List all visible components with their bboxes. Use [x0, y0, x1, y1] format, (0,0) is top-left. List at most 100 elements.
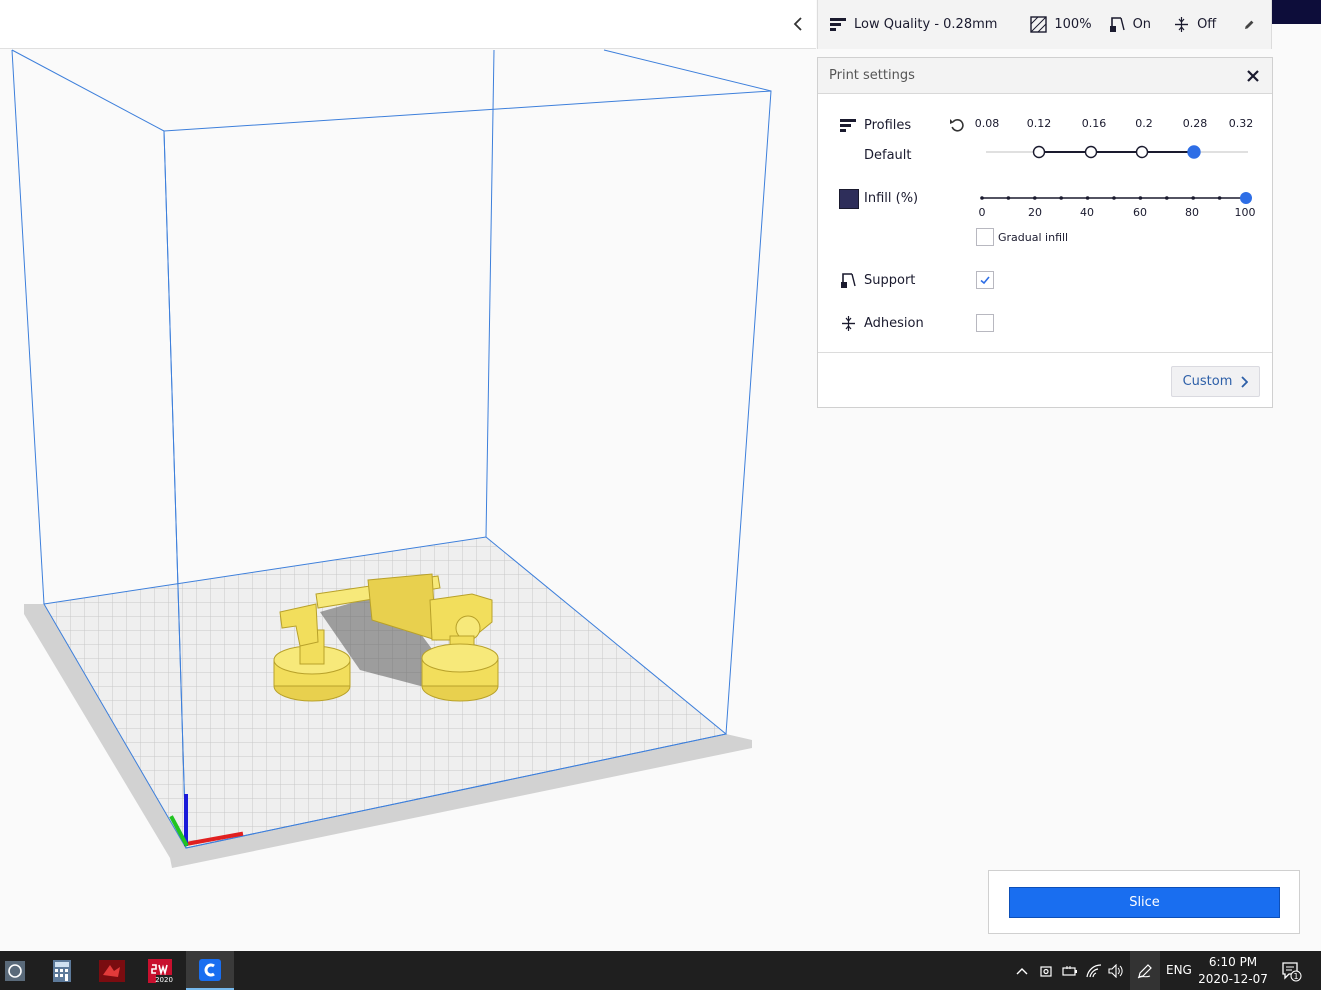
support-label: Support	[864, 273, 916, 288]
layer-height-handle-selected[interactable]	[1187, 145, 1201, 159]
chevron-left-icon	[793, 17, 802, 31]
print-settings-panel: Print settings Profiles Default Infill (…	[817, 57, 1273, 408]
adhesion-summary-value: Off	[1197, 17, 1217, 32]
layer-height-tick: 0.32	[1228, 117, 1254, 130]
infill-step-dot	[1165, 196, 1169, 200]
notification-icon: 1	[1282, 961, 1302, 981]
profile-name: Default	[864, 148, 912, 163]
tray-pen[interactable]	[1130, 951, 1160, 990]
taskbar-app-cura[interactable]	[186, 951, 234, 990]
infill-tick: 60	[1133, 206, 1147, 219]
custom-settings-button[interactable]: Custom	[1171, 366, 1260, 397]
tray-show-hidden[interactable]	[1012, 951, 1032, 990]
panel-title: Print settings	[829, 68, 915, 83]
layer-height-tick: 0.12	[1026, 117, 1052, 130]
profile-summary[interactable]: Low Quality - 0.28mm	[830, 0, 1030, 49]
support-summary-value: On	[1132, 17, 1152, 32]
infill-tick: 0	[978, 206, 986, 219]
tray-wifi[interactable]	[1084, 951, 1104, 990]
layer-height-tick: 0.08	[974, 117, 1000, 130]
layer-height-stop[interactable]	[1084, 145, 1098, 159]
calculator-icon	[53, 959, 71, 982]
infill-step-dot	[1059, 196, 1063, 200]
infill-summary[interactable]: 100%	[1030, 0, 1108, 49]
support-icon	[1109, 17, 1125, 32]
cura-icon	[199, 958, 221, 981]
custom-button-label: Custom	[1182, 374, 1233, 389]
profiles-icon	[840, 119, 856, 132]
tray-battery[interactable]	[1060, 951, 1080, 990]
infill-slider[interactable]	[978, 188, 1258, 210]
close-panel-button[interactable]	[1244, 67, 1262, 85]
infill-step-dot	[1112, 196, 1116, 200]
clock-time: 6:10 PM	[1208, 955, 1258, 969]
taskbar-app-calculator[interactable]	[38, 951, 86, 990]
adhesion-label: Adhesion	[864, 316, 924, 331]
adhesion-summary[interactable]: Off	[1173, 0, 1243, 49]
slice-button[interactable]: Slice	[1009, 887, 1280, 918]
collapse-panel-button[interactable]	[786, 12, 810, 36]
solidworks-2020-icon: 2020	[148, 958, 173, 984]
chevron-right-icon	[1241, 375, 1249, 388]
profiles-label: Profiles	[864, 118, 912, 133]
gradual-infill-checkbox[interactable]	[976, 228, 994, 246]
panel-divider	[818, 352, 1272, 353]
print-settings-summary[interactable]: Low Quality - 0.28mm 100% On Off	[817, 0, 1272, 49]
taskbar-app-unknown[interactable]	[0, 951, 30, 990]
support-checkbox[interactable]	[976, 271, 994, 289]
input-language[interactable]: ENG	[1166, 963, 1192, 977]
solidworks-badge: 2020	[155, 976, 173, 984]
adhesion-checkbox[interactable]	[976, 314, 994, 332]
adhesion-icon	[842, 316, 855, 331]
profile-summary-label: Low Quality - 0.28mm	[854, 17, 998, 32]
notification-count: 1	[1293, 972, 1298, 981]
taskbar-app-solidworks[interactable]: 2020	[136, 951, 184, 990]
infill-step-dot	[1138, 196, 1143, 200]
infill-step-dot	[1191, 196, 1195, 200]
layer-height-tick: 0.28	[1182, 117, 1208, 130]
support-icon	[841, 273, 856, 288]
infill-tick: 20	[1028, 206, 1042, 219]
checkmark-icon	[980, 276, 990, 285]
layer-height-slider[interactable]	[978, 140, 1258, 164]
window-corner	[1272, 0, 1321, 24]
infill-color-swatch	[839, 189, 859, 209]
battery-icon	[1062, 965, 1077, 976]
infill-handle[interactable]	[1240, 192, 1252, 204]
infill-summary-value: 100%	[1054, 17, 1092, 32]
infill-tick: 80	[1185, 206, 1199, 219]
unknown-app-icon	[5, 960, 25, 981]
panel-header: Print settings	[818, 58, 1272, 94]
system-clock[interactable]: 6:10 PM 2020-12-07	[1198, 954, 1268, 988]
taskbar-app-red[interactable]	[88, 951, 136, 990]
layer-height-stop[interactable]	[1032, 145, 1046, 159]
infill-tick: 100	[1234, 206, 1256, 219]
infill-label: Infill (%)	[864, 191, 919, 206]
windows-taskbar: 2020 ENG 6:10 PM 2020-12-07 1	[0, 951, 1321, 990]
close-icon	[1247, 70, 1259, 82]
edit-settings-button[interactable]	[1243, 0, 1263, 49]
wifi-icon	[1086, 963, 1102, 977]
layer-height-tick: 0.2	[1135, 117, 1153, 130]
tray-volume[interactable]	[1106, 951, 1126, 990]
red-app-icon	[99, 959, 125, 982]
tray-camera[interactable]	[1036, 951, 1056, 990]
speaker-icon	[1108, 963, 1123, 978]
layer-height-tick: 0.16	[1081, 117, 1107, 130]
infill-step-dot	[1217, 196, 1222, 200]
slice-panel: Slice	[988, 870, 1300, 934]
infill-step-dot	[1033, 196, 1037, 200]
pencil-icon	[1245, 20, 1254, 29]
stage-header	[0, 0, 816, 49]
undo-icon	[950, 119, 964, 132]
gradual-infill-label: Gradual infill	[998, 231, 1069, 244]
adhesion-icon	[1175, 17, 1189, 32]
camera-icon	[1040, 965, 1052, 977]
support-summary[interactable]: On	[1109, 0, 1174, 49]
pen-icon	[1137, 963, 1152, 978]
chevron-up-icon	[1016, 967, 1028, 974]
clock-date: 2020-12-07	[1198, 972, 1268, 986]
reset-profile-button[interactable]	[948, 116, 966, 134]
notifications-button[interactable]: 1	[1276, 951, 1306, 990]
layer-height-stop[interactable]	[1135, 145, 1149, 159]
